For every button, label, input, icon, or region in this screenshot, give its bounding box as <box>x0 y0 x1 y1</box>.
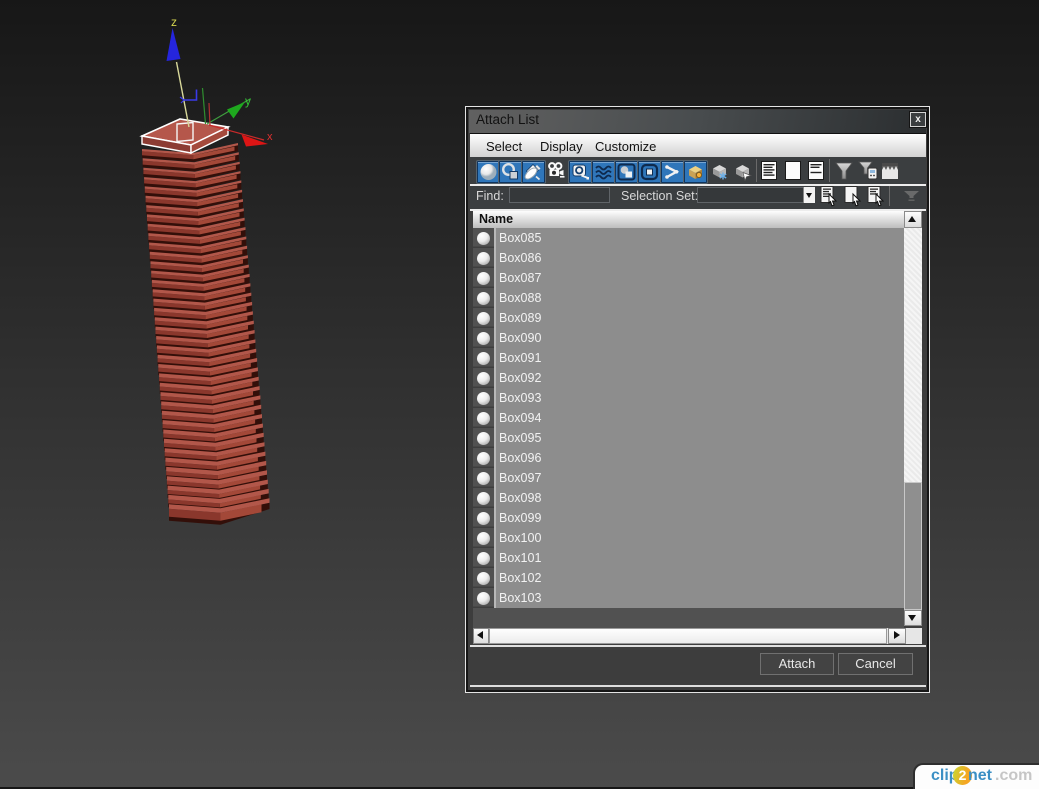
svg-text:x: x <box>267 131 273 143</box>
svg-text:z: z <box>171 15 177 29</box>
svg-text:y: y <box>245 94 251 108</box>
